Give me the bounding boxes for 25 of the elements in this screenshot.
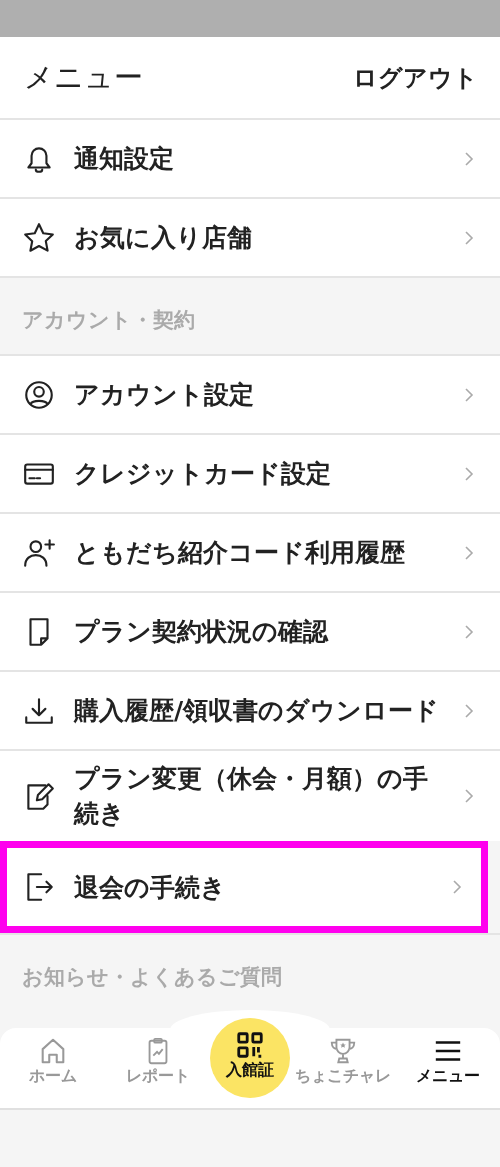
menu-item[interactable]: 通知設定 — [0, 118, 500, 197]
chevron-icon — [464, 386, 474, 403]
menu-item[interactable]: プラン契約状況の確認 — [0, 591, 500, 670]
chevron-icon — [464, 623, 474, 640]
chevron-icon — [464, 788, 474, 804]
menu-item[interactable]: クレジットカード設定 — [0, 433, 500, 512]
logout-button[interactable]: ログアウト — [353, 61, 478, 94]
menu-item[interactable]: 退会の手続き — [0, 841, 488, 933]
star-icon — [22, 220, 56, 255]
section-title: お知らせ・よくあるご質問 — [22, 964, 282, 991]
qr-code-icon — [235, 1030, 265, 1060]
section-title: アカウント・契約 — [22, 307, 195, 334]
page-title: メニュー — [24, 58, 143, 96]
chevron-icon — [452, 879, 462, 895]
chevron-icon — [464, 702, 474, 719]
chevron-icon — [464, 465, 474, 482]
chevron-icon — [464, 229, 474, 246]
chevron-icon — [464, 544, 474, 561]
menu-item[interactable]: ともだち紹介コード利用履歴 — [0, 512, 500, 591]
menu-item[interactable]: 購入履歴/領収書のダウンロード — [0, 670, 500, 749]
menu-item[interactable]: アカウント設定 — [0, 354, 500, 433]
menu-item[interactable]: お気に入り店舗 — [0, 197, 500, 276]
chevron-icon — [464, 150, 474, 167]
tab[interactable]: メニュー — [395, 1028, 500, 1086]
menu-item[interactable]: プラン変更（休会・月額）の手続き — [0, 749, 500, 841]
